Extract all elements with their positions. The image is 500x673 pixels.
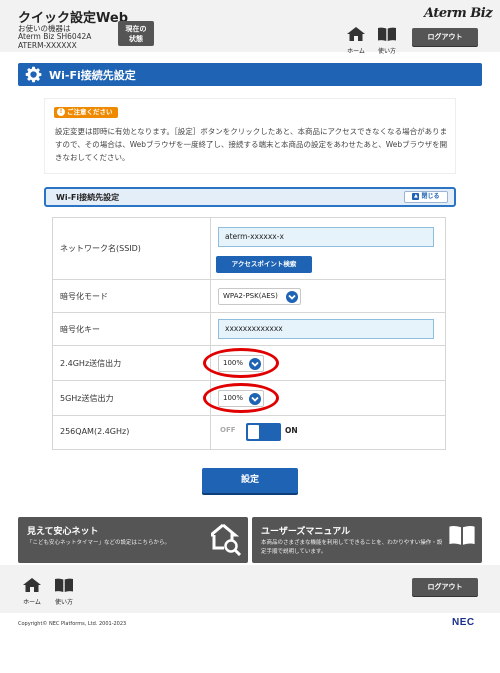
power-5ghz-label: 5GHz送信出力	[60, 394, 114, 403]
current-status-button[interactable]: 現在の 状態	[118, 21, 154, 46]
footer-nav: ホーム 使い方 ログアウト	[0, 565, 500, 613]
highlight-circle	[203, 383, 279, 413]
model-name: Aterm Biz SH6042A	[18, 32, 92, 41]
home-icon	[347, 27, 365, 41]
ssid-input[interactable]: aterm-xxxxxx-x	[218, 227, 434, 247]
home-icon	[23, 578, 41, 592]
collapse-label: 閉じる	[421, 193, 440, 200]
copyright: Copyright© NEC Platforms, Ltd. 2001-2023	[18, 621, 127, 627]
encryption-key-input[interactable]: xxxxxxxxxxxxx	[218, 319, 434, 339]
ssid-row: ネットワーク名(SSID) aterm-xxxxxx-x アクセスポイント検索	[53, 218, 445, 280]
ssid-label: ネットワーク名(SSID)	[60, 244, 141, 253]
qam-on-label: ON	[285, 426, 298, 435]
notice-badge: ! ご注意ください	[54, 107, 118, 118]
qam-label: 256QAM(2.4GHz)	[60, 427, 130, 436]
footer-manual-button[interactable]: 使い方	[52, 577, 76, 606]
model-id: ATERM-XXXXXX	[18, 41, 77, 50]
footer-home-label: ホーム	[23, 599, 41, 606]
top-header: クイック設定Web お使いの機器は Aterm Biz SH6042A ATER…	[0, 0, 500, 55]
nec-logo: NEC	[452, 617, 475, 628]
encryption-key-label: 暗号化キー	[60, 325, 100, 334]
banner-right-title: ユーザーズマニュアル	[261, 527, 351, 537]
footer-logout-button[interactable]: ログアウト	[412, 578, 478, 596]
chevron-down-icon	[286, 290, 298, 303]
section-title: Wi-Fi接続先設定	[56, 193, 120, 202]
settings-table: ネットワーク名(SSID) aterm-xxxxxx-x アクセスポイント検索 …	[52, 217, 446, 450]
highlight-circle	[203, 348, 279, 378]
encryption-mode-label: 暗号化モード	[60, 292, 108, 301]
exclamation-icon: !	[57, 108, 65, 116]
logout-button[interactable]: ログアウト	[412, 28, 478, 46]
banner-left-title: 見えて安心ネット	[27, 527, 99, 537]
page-title-bar: Wi-Fi接続先設定	[18, 63, 482, 86]
notice-text: 設定変更は即時に有効となります。［設定］ボタンをクリックしたあと、本商品にアクセ…	[55, 127, 448, 162]
chevron-up-icon: ▲	[412, 193, 420, 200]
access-point-search-button[interactable]: アクセスポイント検索	[216, 256, 312, 273]
book-icon	[378, 27, 396, 41]
notice-badge-label: ご注意ください	[67, 108, 113, 116]
toggle-knob	[248, 425, 259, 439]
gear-icon	[25, 66, 42, 83]
nav-home-label: ホーム	[347, 48, 365, 55]
nav-home-button[interactable]: ホーム	[344, 26, 368, 55]
apply-settings-button[interactable]: 設定	[202, 468, 298, 493]
footer-manual-label: 使い方	[54, 599, 73, 606]
aterm-biz-logo: Aterm Biz	[424, 6, 493, 21]
page-title: Wi-Fi接続先設定	[49, 69, 136, 82]
notice-box: ! ご注意ください 設定変更は即時に有効となります。［設定］ボタンをクリックしたあ…	[44, 98, 456, 174]
book-icon	[55, 578, 73, 592]
nav-manual-label: 使い方	[377, 48, 396, 55]
wifi-section-header: Wi-Fi接続先設定 ▲ 閉じる	[44, 187, 456, 207]
encryption-key-row: 暗号化キー xxxxxxxxxxxxx	[53, 313, 445, 346]
qam-toggle[interactable]: OFF ON	[218, 423, 298, 441]
house-search-icon	[211, 524, 241, 556]
power-5ghz-row: 5GHz送信出力 100%	[53, 381, 445, 416]
users-manual-banner[interactable]: ユーザーズマニュアル 本商品のさまざまな機能を利用してできることを、わかりやすい…	[252, 517, 482, 563]
power-24ghz-label: 2.4GHz送信出力	[60, 359, 122, 368]
banner-left-desc: 「こども安心ネットタイマー」などの設定はこちらから。	[27, 540, 171, 546]
nav-manual-button[interactable]: 使い方	[375, 26, 399, 55]
qam-row: 256QAM(2.4GHz) OFF ON	[53, 416, 445, 449]
banner-right-desc: 本商品のさまざまな機能を利用してできることを、わかりやすい操作・設定手順で説明し…	[261, 540, 443, 555]
collapse-section-button[interactable]: ▲ 閉じる	[404, 191, 448, 203]
mieru-anshin-net-banner[interactable]: 見えて安心ネット 「こども安心ネットタイマー」などの設定はこちらから。	[18, 517, 248, 563]
encryption-mode-row: 暗号化モード WPA2-PSK(AES)	[53, 280, 445, 313]
qam-off-label: OFF	[220, 426, 236, 434]
power-24ghz-row: 2.4GHz送信出力 100%	[53, 346, 445, 381]
footer-home-button[interactable]: ホーム	[20, 577, 44, 606]
book-icon	[449, 526, 475, 545]
encryption-mode-select[interactable]: WPA2-PSK(AES)	[218, 288, 301, 305]
encryption-mode-value: WPA2-PSK(AES)	[223, 292, 278, 300]
